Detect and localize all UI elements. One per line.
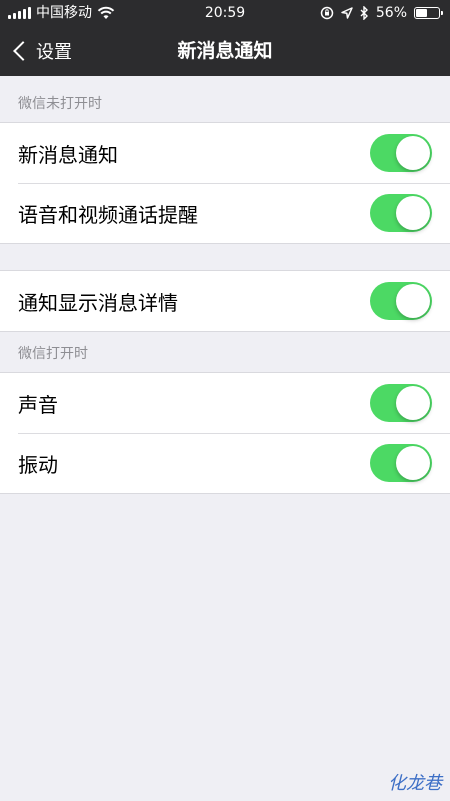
bluetooth-icon: [360, 6, 368, 20]
setting-label: 通知显示消息详情: [18, 290, 178, 315]
settings-group-wechat-closed: 新消息通知 语音和视频通话提醒: [0, 122, 450, 244]
lock-rotation-icon: [320, 6, 334, 20]
location-icon: [341, 7, 353, 19]
settings-group-wechat-open: 声音 振动: [0, 372, 450, 494]
status-bar: 中国移动 20:59 56%: [0, 0, 450, 26]
setting-row-new-message-notification: 新消息通知: [0, 123, 450, 183]
section-header-wechat-open: 微信打开时: [18, 346, 88, 362]
setting-label: 语音和视频通话提醒: [18, 202, 198, 227]
status-bar-right: 56%: [320, 0, 443, 26]
nav-bar: 设置 新消息通知: [0, 26, 450, 76]
toggle-knob: [396, 446, 430, 480]
battery-percent: 56%: [375, 5, 407, 21]
toggle-knob: [396, 284, 430, 318]
toggle-knob: [396, 386, 430, 420]
setting-label: 振动: [18, 452, 58, 477]
toggle-knob: [396, 196, 430, 230]
setting-row-show-message-details: 通知显示消息详情: [0, 271, 450, 331]
voice-video-call-alert-toggle[interactable]: [370, 194, 432, 232]
setting-label: 声音: [18, 392, 58, 417]
top-bar: 中国移动 20:59 56% 设置 新消息通知: [0, 0, 450, 76]
setting-row-voice-video-call-alert: 语音和视频通话提醒: [0, 183, 450, 243]
toggle-knob: [396, 136, 430, 170]
setting-row-vibration: 振动: [0, 433, 450, 493]
vibration-toggle[interactable]: [370, 444, 432, 482]
sound-toggle[interactable]: [370, 384, 432, 422]
setting-label: 新消息通知: [18, 142, 118, 167]
show-message-details-toggle[interactable]: [370, 282, 432, 320]
battery-fill: [416, 9, 428, 17]
battery-icon: [414, 7, 443, 19]
watermark-logo: 化龙巷: [388, 773, 442, 794]
section-header-wechat-closed: 微信未打开时: [18, 96, 102, 112]
new-message-notification-toggle[interactable]: [370, 134, 432, 172]
setting-row-sound: 声音: [0, 373, 450, 433]
page-title: 新消息通知: [177, 40, 273, 62]
settings-group-message-details: 通知显示消息详情: [0, 270, 450, 332]
